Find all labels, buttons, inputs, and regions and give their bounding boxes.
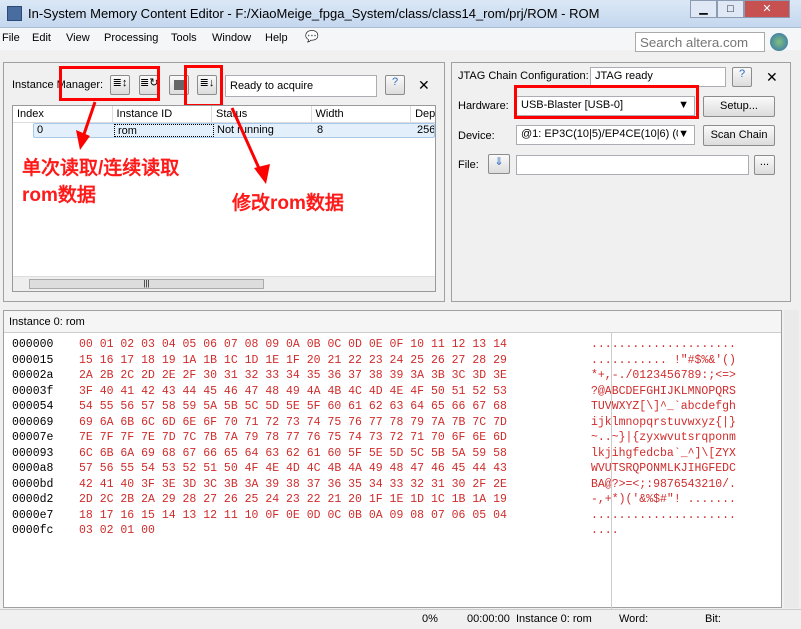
memory-ascii[interactable]: *+,-./0123456789:;<=> bbox=[591, 368, 736, 384]
memory-ascii[interactable]: WVUTSRQPONMLKJIHGFEDC bbox=[591, 461, 736, 477]
memory-ascii[interactable]: lkjihgfedcba`_^]\[ZYX bbox=[591, 446, 736, 462]
search-input[interactable] bbox=[635, 32, 765, 52]
jtag-close-icon[interactable]: ✕ bbox=[766, 69, 778, 86]
setup-button[interactable]: Setup... bbox=[703, 96, 775, 117]
maximize-button[interactable]: □ bbox=[717, 0, 744, 18]
memory-ascii[interactable]: ..................... bbox=[591, 337, 736, 353]
memory-tab-title: Instance 0: rom bbox=[4, 311, 781, 333]
jtag-status: JTAG ready bbox=[590, 67, 726, 87]
word-label: Word: bbox=[619, 613, 649, 625]
memory-ascii[interactable]: TUVWXYZ[\]^_`abcdefgh bbox=[591, 399, 736, 415]
memory-ascii[interactable]: ijklmnopqrstuvwxyz{|} bbox=[591, 415, 736, 431]
elapsed-time: 00:00:00 bbox=[467, 613, 510, 625]
memory-editor-panel: Instance 0: rom 000000 00 01 02 03 04 05 … bbox=[3, 310, 782, 609]
program-device-icon[interactable]: ⇓ bbox=[488, 154, 510, 174]
annotation-arrows bbox=[76, 101, 270, 184]
memory-ascii[interactable]: ~..~}|{zyxwvutsrqponm bbox=[591, 430, 736, 446]
annotation-box bbox=[514, 85, 699, 119]
vertical-scrollbar[interactable] bbox=[784, 310, 799, 608]
scan-chain-button[interactable]: Scan Chain bbox=[703, 125, 775, 146]
bit-label: Bit: bbox=[705, 613, 721, 625]
file-label: File: bbox=[458, 159, 479, 171]
memory-ascii[interactable]: ..................... bbox=[591, 508, 736, 524]
status-instance: Instance 0: rom bbox=[516, 613, 592, 625]
file-input[interactable] bbox=[516, 155, 749, 175]
memory-divider bbox=[4, 333, 612, 609]
chevron-down-icon: ▼ bbox=[678, 128, 689, 140]
memory-ascii[interactable]: ?@ABCDEFGHIJKLMNOPQRS bbox=[591, 384, 736, 400]
progress-value: 0% bbox=[422, 613, 438, 625]
jtag-label: JTAG Chain Configuration: bbox=[458, 70, 589, 82]
memory-ascii[interactable]: ........... !"#$%&'() bbox=[591, 353, 736, 369]
memory-ascii[interactable]: BA@?>=<;:9876543210/. bbox=[591, 477, 736, 493]
status-bar: 0% 00:00:00 Instance 0: rom Word: Bit: bbox=[0, 609, 801, 629]
browse-button[interactable]: ... bbox=[754, 155, 775, 175]
close-button[interactable]: ✕ bbox=[744, 0, 790, 18]
jtag-help-icon[interactable]: ? bbox=[732, 67, 752, 87]
globe-icon[interactable] bbox=[770, 33, 788, 51]
hardware-label: Hardware: bbox=[458, 100, 509, 112]
memory-ascii[interactable]: -,+*)('&%$#"! ....... bbox=[591, 492, 736, 508]
device-select[interactable]: @1: EP3C(10|5)/EP4CE(10|6) (0 ▼ bbox=[516, 125, 695, 145]
device-value: @1: EP3C(10|5)/EP4CE(10|6) (0 bbox=[521, 128, 683, 140]
minimize-button[interactable]: ▁ bbox=[690, 0, 717, 18]
device-label: Device: bbox=[458, 130, 495, 142]
horizontal-scrollbar[interactable]: ||| bbox=[13, 276, 435, 291]
